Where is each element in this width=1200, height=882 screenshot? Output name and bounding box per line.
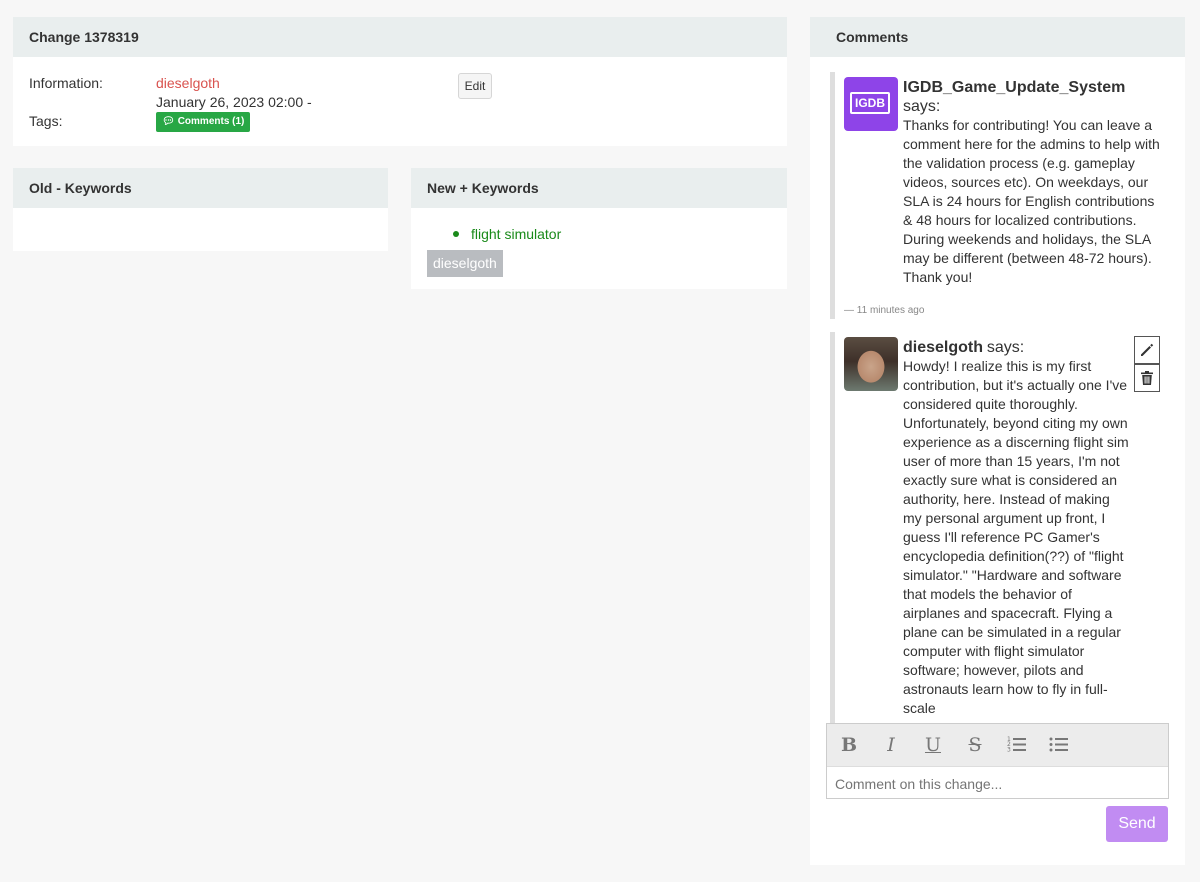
comment-item: IGDB IGDB_Game_Update_System says: Thank… bbox=[830, 72, 1170, 319]
comment-body: IGDB_Game_Update_System says: Thanks for… bbox=[903, 72, 1165, 287]
igdb-logo-icon: IGDB bbox=[850, 92, 890, 114]
old-keywords-title: Old - Keywords bbox=[13, 168, 388, 208]
bold-icon[interactable]: B bbox=[838, 735, 860, 755]
change-date: January 26, 2023 02:00 - bbox=[156, 94, 312, 110]
comment-says: says: bbox=[903, 98, 941, 115]
delete-comment-button[interactable] bbox=[1134, 364, 1160, 392]
comment-item: dieselgoth says: Howdy! I realize this i… bbox=[830, 332, 1170, 732]
comment-list[interactable]: IGDB IGDB_Game_Update_System says: Thank… bbox=[810, 72, 1185, 732]
old-keywords-panel: Old - Keywords bbox=[13, 168, 388, 251]
trash-icon bbox=[1141, 371, 1153, 385]
comment-bubble-icon: 💬︎ bbox=[162, 116, 175, 127]
new-keywords-title: New + Keywords bbox=[411, 168, 787, 208]
comments-tag-badge[interactable]: 💬︎ Comments (1) bbox=[156, 112, 251, 132]
change-user-link[interactable]: dieselgoth bbox=[156, 75, 220, 91]
tag-badge-label: Comments (1) bbox=[177, 116, 245, 127]
comment-timestamp: — 11 minutes ago bbox=[844, 305, 925, 316]
svg-text:3: 3 bbox=[1007, 747, 1011, 754]
pencil-icon bbox=[1141, 343, 1154, 356]
comment-text: Thanks for contributing! You can leave a… bbox=[903, 117, 1160, 285]
new-keywords-panel: New + Keywords flight simulator dieselgo… bbox=[411, 168, 787, 289]
send-button[interactable]: Send bbox=[1106, 806, 1168, 842]
edit-button[interactable]: Edit bbox=[458, 73, 492, 99]
comment-author: IGDB_Game_Update_System bbox=[903, 79, 1126, 96]
underline-icon[interactable]: U bbox=[922, 735, 944, 755]
keyword-author-chip: dieselgoth bbox=[427, 250, 503, 277]
comment-says: says: bbox=[986, 339, 1025, 356]
change-panel: Change 1378319 Information: dieselgoth J… bbox=[13, 17, 787, 146]
tags-label: Tags: bbox=[29, 113, 63, 129]
avatar bbox=[844, 337, 898, 391]
igdb-avatar: IGDB bbox=[844, 77, 898, 131]
change-title: Change 1378319 bbox=[13, 17, 787, 57]
comment-input[interactable] bbox=[833, 773, 1167, 795]
unordered-list-icon[interactable] bbox=[1048, 735, 1070, 755]
comment-editor: B I U S 1 2 3 bbox=[826, 723, 1169, 799]
edit-comment-button[interactable] bbox=[1134, 336, 1160, 364]
comments-title: Comments bbox=[810, 17, 1185, 57]
comment-author: dieselgoth bbox=[903, 339, 984, 356]
editor-toolbar: B I U S 1 2 3 bbox=[827, 724, 1168, 767]
ordered-list-icon[interactable]: 1 2 3 bbox=[1006, 735, 1028, 755]
comments-panel: Comments IGDB IGDB_Game_Update_System sa… bbox=[810, 17, 1185, 865]
comment-body: dieselgoth says: Howdy! I realize this i… bbox=[903, 332, 1131, 718]
comment-text: Howdy! I realize this is my first contri… bbox=[903, 358, 1129, 716]
strikethrough-icon[interactable]: S bbox=[964, 735, 986, 755]
information-label: Information: bbox=[29, 75, 103, 91]
italic-icon[interactable]: I bbox=[880, 735, 902, 755]
keyword-list-item: flight simulator bbox=[453, 226, 561, 242]
bullet-icon bbox=[453, 231, 459, 238]
keyword-label: flight simulator bbox=[471, 226, 562, 242]
